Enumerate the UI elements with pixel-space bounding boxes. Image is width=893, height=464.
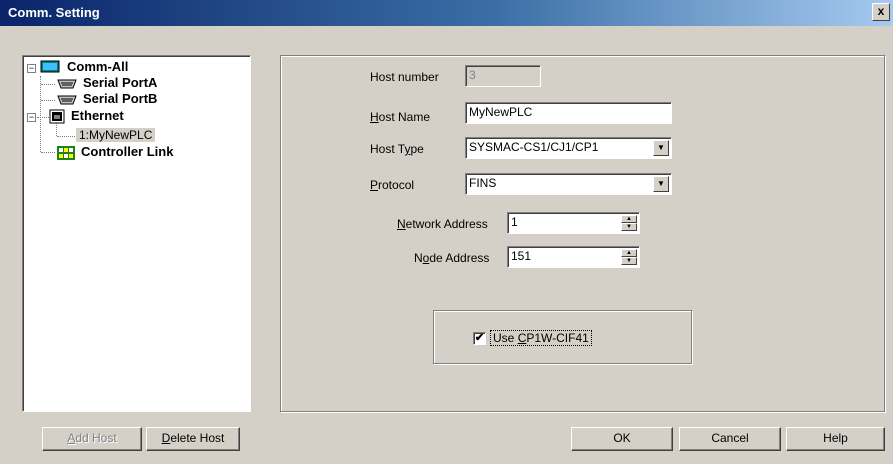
tree-connector — [40, 76, 41, 152]
host-name-input[interactable]: MyNewPLC — [465, 102, 672, 124]
chevron-down-icon[interactable]: ▼ — [653, 140, 669, 156]
use-cif-label[interactable]: Use CP1W-CIF41 — [490, 330, 592, 346]
node-address-label: Node Address — [414, 251, 490, 265]
host-type-select[interactable]: SYSMAC-CS1/CJ1/CP1 ▼ — [465, 137, 672, 159]
comm-tree-view[interactable]: − Comm-All Serial PortA Serial PortB − E… — [22, 55, 251, 412]
tree-item-comm-all[interactable]: Comm-All — [64, 59, 131, 75]
tree-item-ethernet[interactable]: Ethernet — [68, 108, 127, 124]
node-address-stepper[interactable]: 151 ▲ ▼ — [507, 246, 640, 268]
help-button[interactable]: Help — [786, 427, 885, 451]
ethernet-icon — [49, 109, 65, 124]
network-address-stepper[interactable]: 1 ▲ ▼ — [507, 212, 640, 234]
spin-buttons[interactable]: ▲ ▼ — [621, 215, 637, 231]
title-bar: Comm. Setting x — [0, 0, 893, 26]
tree-item-host[interactable]: 1:MyNewPLC — [76, 127, 156, 143]
tree-connector — [41, 84, 55, 85]
tree-connector — [41, 152, 55, 153]
tree-connector — [41, 100, 55, 101]
tree-connector — [37, 117, 49, 118]
host-number-label: Host number — [370, 70, 439, 84]
spin-down-icon[interactable]: ▼ — [621, 257, 637, 265]
cancel-button[interactable]: Cancel — [679, 427, 781, 451]
collapse-icon[interactable]: − — [27, 64, 36, 73]
spin-down-icon[interactable]: ▼ — [621, 223, 637, 231]
protocol-select[interactable]: FINS ▼ — [465, 173, 672, 195]
host-type-label: Host Type — [370, 142, 424, 156]
protocol-label: Protocol — [370, 178, 415, 192]
host-number-field: 3 — [465, 65, 541, 87]
tree-item-controller-link[interactable]: Controller Link — [78, 144, 176, 160]
monitor-icon — [40, 60, 60, 73]
add-host-button[interactable]: Add Host — [42, 427, 142, 451]
tree-connector — [57, 136, 75, 137]
use-cif-checkbox[interactable]: ✔ — [473, 332, 486, 345]
serial-port-icon — [57, 79, 77, 89]
tree-item-serial-port-b[interactable]: Serial PortB — [80, 91, 160, 107]
spin-buttons[interactable]: ▲ ▼ — [621, 249, 637, 265]
chevron-down-icon[interactable]: ▼ — [653, 176, 669, 192]
spin-up-icon[interactable]: ▲ — [621, 215, 637, 223]
tree-item-serial-port-a[interactable]: Serial PortA — [80, 75, 160, 91]
controller-link-icon — [57, 146, 75, 160]
serial-port-icon — [57, 95, 77, 105]
ok-button[interactable]: OK — [571, 427, 673, 451]
tree-connector — [56, 123, 57, 136]
network-address-label: Network Address — [397, 217, 488, 231]
delete-host-button[interactable]: Delete Host — [146, 427, 240, 451]
close-button[interactable]: x — [872, 3, 890, 21]
window-title: Comm. Setting — [8, 5, 100, 20]
collapse-icon[interactable]: − — [27, 113, 36, 122]
spin-up-icon[interactable]: ▲ — [621, 249, 637, 257]
host-name-label: Host Name — [370, 110, 431, 124]
